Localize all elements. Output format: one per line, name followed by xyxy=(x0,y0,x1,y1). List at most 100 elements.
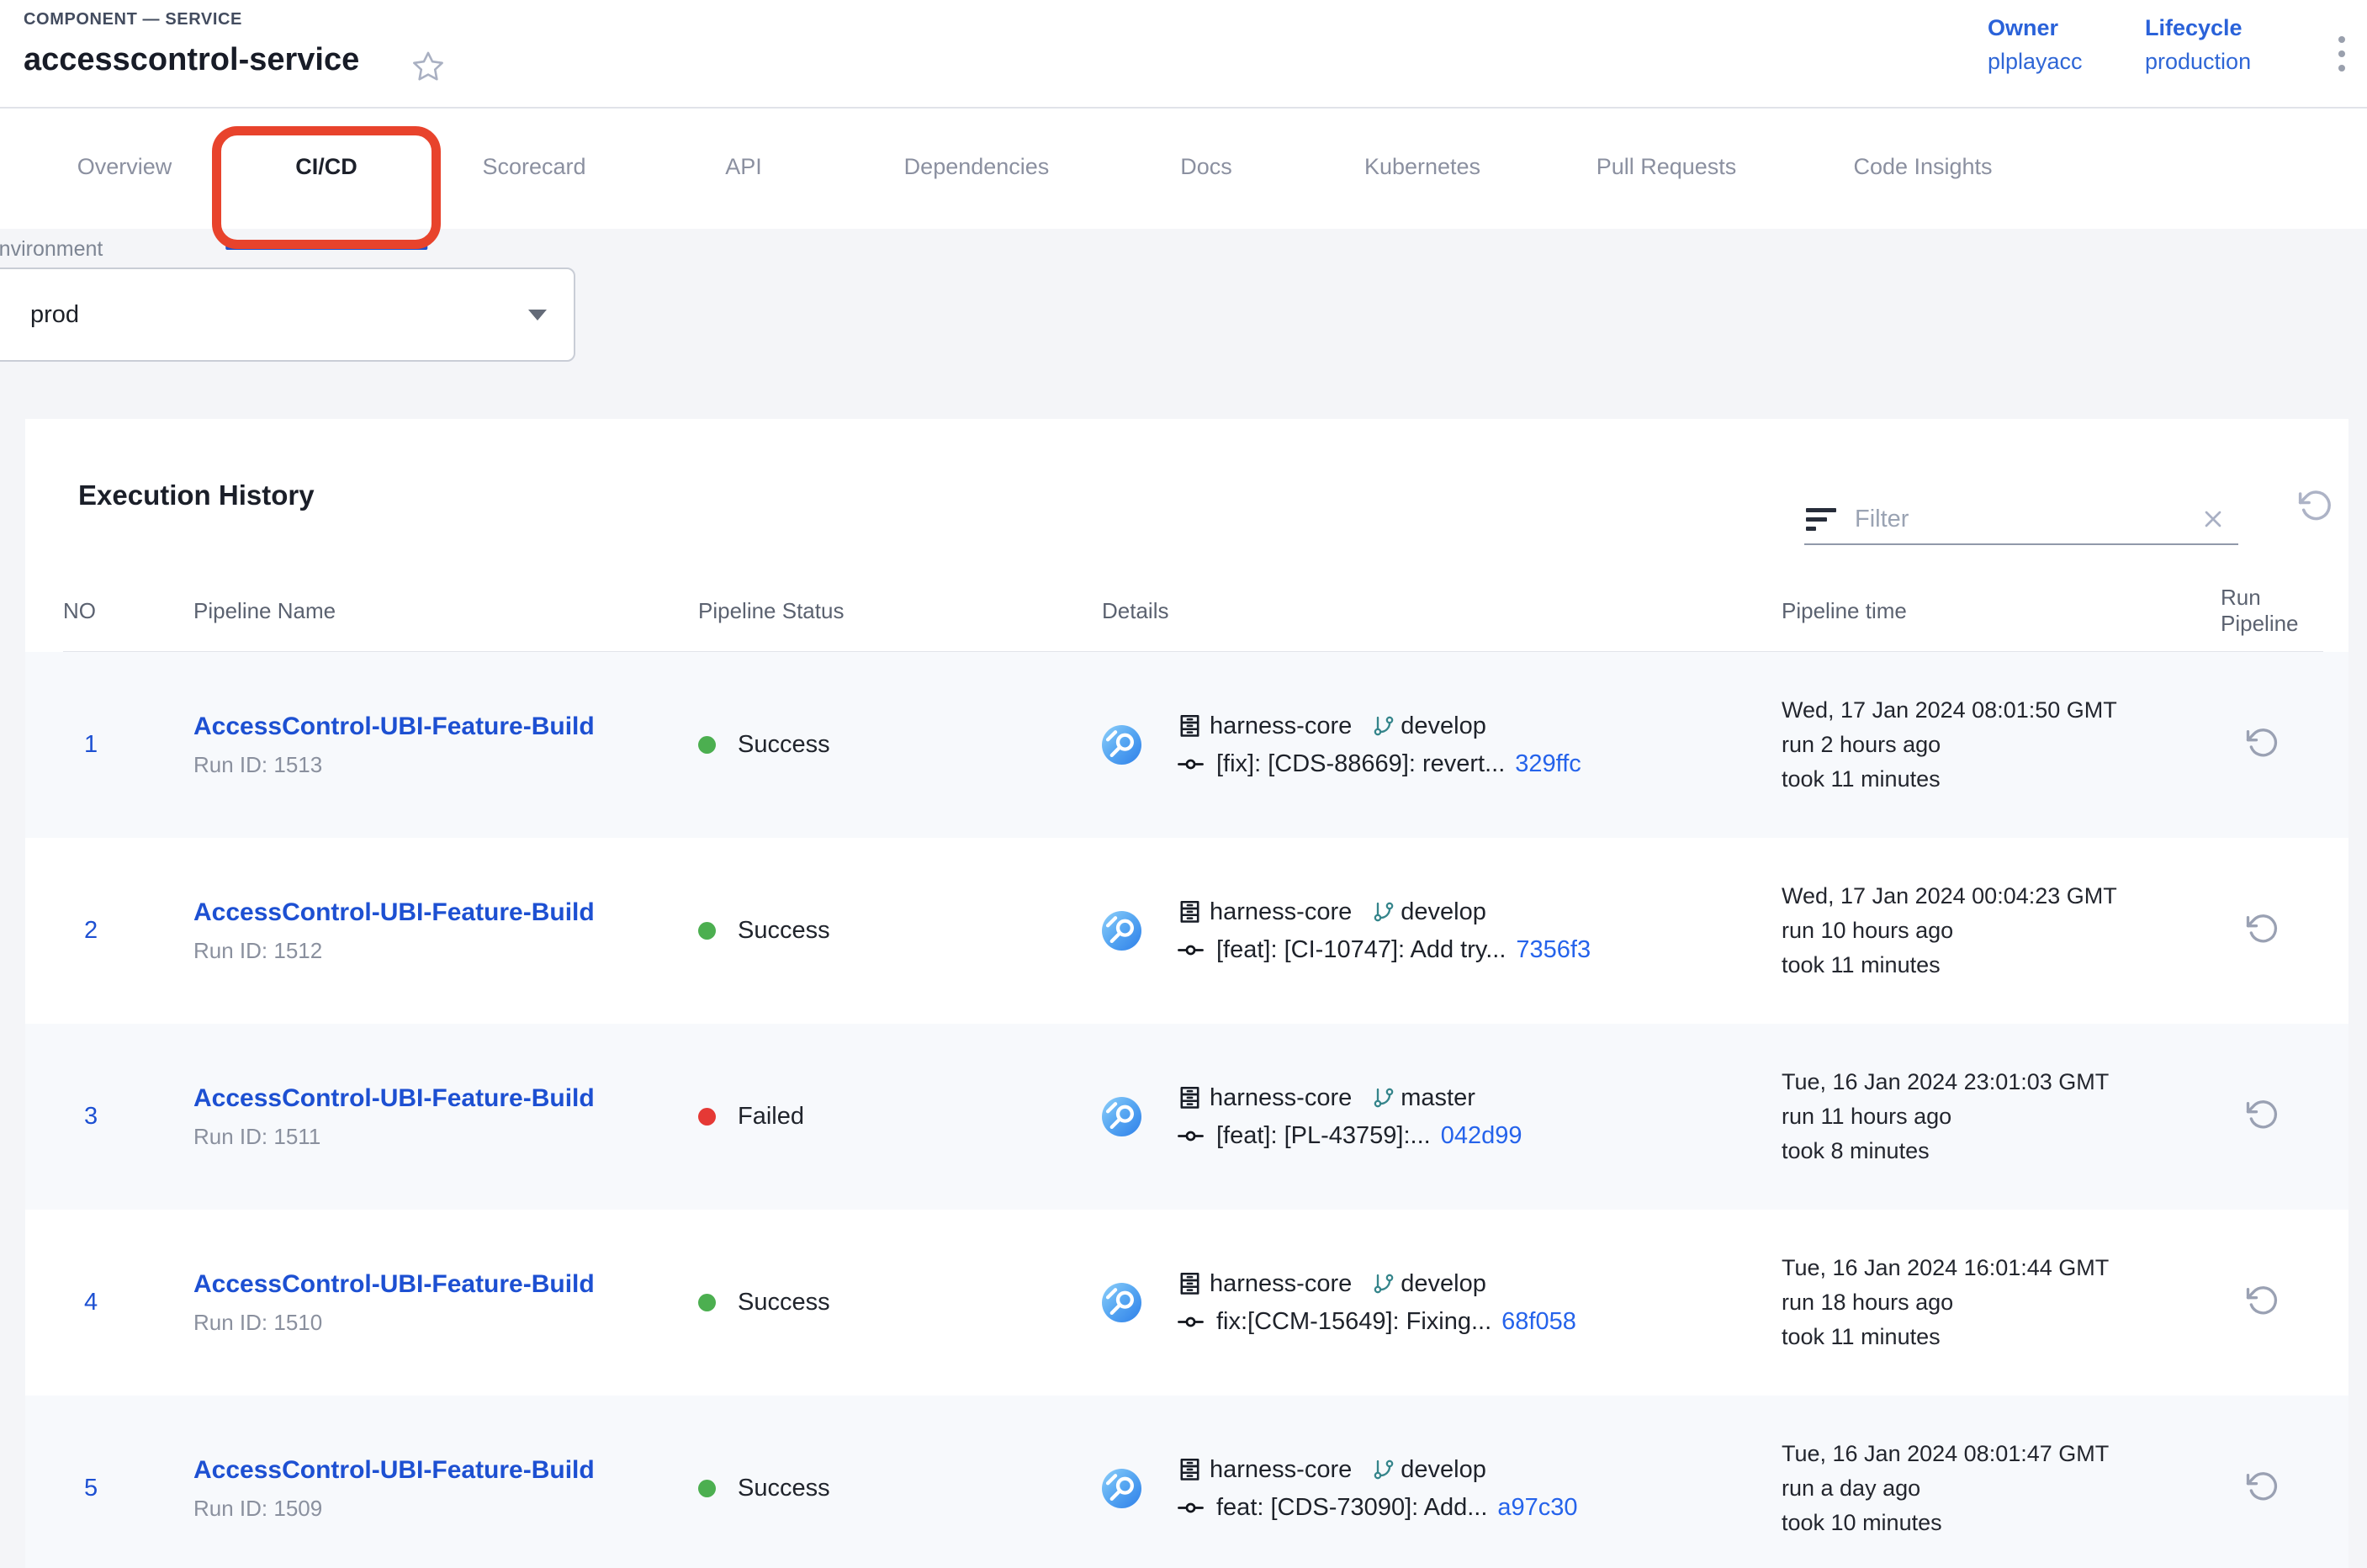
status-dot xyxy=(698,736,716,754)
repository-icon xyxy=(1177,1457,1203,1483)
repo-name[interactable]: harness-core xyxy=(1210,1456,1352,1484)
table-row: 1 AccessControl-UBI-Feature-Build Run ID… xyxy=(25,652,2348,838)
repo-name[interactable]: harness-core xyxy=(1210,712,1352,740)
time-took: took 10 minutes xyxy=(1782,1506,2221,1540)
col-pipeline-time: Pipeline time xyxy=(1782,598,2221,624)
lifecycle-value: production xyxy=(2145,49,2251,75)
pipeline-name-link[interactable]: AccessControl-UBI-Feature-Build xyxy=(193,898,698,927)
commit-hash-link[interactable]: a97c30 xyxy=(1497,1494,1577,1522)
pipeline-status-cell: Failed xyxy=(698,1103,1102,1131)
details-text: harness-core develop fix:[CCM-15649]: Fi… xyxy=(1177,1270,1576,1336)
time-took: took 11 minutes xyxy=(1782,762,2221,797)
run-pipeline-icon[interactable] xyxy=(2246,1470,2280,1503)
row-number: 4 xyxy=(63,1289,193,1316)
status-dot xyxy=(698,922,716,940)
tab-docs[interactable]: Docs xyxy=(1180,154,1232,183)
time-date: Wed, 17 Jan 2024 08:01:50 GMT xyxy=(1782,693,2221,728)
repo-branch-line: harness-core master xyxy=(1177,1084,1522,1112)
run-pipeline-icon[interactable] xyxy=(2246,1098,2280,1131)
commit-line: feat: [CDS-73090]: Add... a97c30 xyxy=(1177,1494,1578,1522)
row-number: 2 xyxy=(63,917,193,945)
owner-value[interactable]: plplayacc xyxy=(1988,49,2083,75)
table-row: 2 AccessControl-UBI-Feature-Build Run ID… xyxy=(25,838,2348,1024)
status-text: Failed xyxy=(738,1103,804,1131)
run-id: Run ID: 1513 xyxy=(193,752,698,778)
pipeline-time-cell: Wed, 17 Jan 2024 08:01:50 GMT run 2 hour… xyxy=(1782,693,2221,797)
commit-message: [fix]: [CDS-88669]: revert... xyxy=(1216,750,1505,778)
harness-ci-icon xyxy=(1102,911,1141,951)
pipeline-name-cell: AccessControl-UBI-Feature-Build Run ID: … xyxy=(193,898,698,964)
pipeline-time-cell: Tue, 16 Jan 2024 16:01:44 GMT run 18 hou… xyxy=(1782,1251,2221,1354)
tab-overview[interactable]: Overview xyxy=(77,154,172,183)
tab-code-insights[interactable]: Code Insights xyxy=(1853,154,1992,183)
harness-ci-icon xyxy=(1102,1097,1141,1136)
run-pipeline-icon[interactable] xyxy=(2246,726,2280,760)
col-details: Details xyxy=(1102,598,1782,624)
tab-kubernetes[interactable]: Kubernetes xyxy=(1364,154,1480,183)
details-cell: harness-core develop [feat]: [CI-10747]:… xyxy=(1102,898,1782,964)
run-pipeline-icon[interactable] xyxy=(2246,1284,2280,1317)
col-pipeline-name: Pipeline Name xyxy=(193,598,698,624)
commit-line: fix:[CCM-15649]: Fixing... 68f058 xyxy=(1177,1308,1576,1336)
pipeline-status-cell: Success xyxy=(698,1289,1102,1316)
commit-line: [fix]: [CDS-88669]: revert... 329ffc xyxy=(1177,750,1581,778)
commit-hash-link[interactable]: 7356f3 xyxy=(1516,936,1591,964)
commit-hash-link[interactable]: 329ffc xyxy=(1515,750,1581,778)
harness-ci-icon xyxy=(1102,1283,1141,1322)
run-id: Run ID: 1510 xyxy=(193,1310,698,1336)
table-body: 1 AccessControl-UBI-Feature-Build Run ID… xyxy=(25,652,2348,1568)
pipeline-name-link[interactable]: AccessControl-UBI-Feature-Build xyxy=(193,1270,698,1299)
git-commit-icon xyxy=(1177,1122,1205,1150)
repo-name[interactable]: harness-core xyxy=(1210,1084,1352,1112)
close-icon[interactable] xyxy=(2200,506,2227,532)
commit-hash-link[interactable]: 042d99 xyxy=(1441,1122,1522,1150)
col-no: NO xyxy=(63,598,193,624)
favorite-star-icon[interactable] xyxy=(410,49,446,84)
refresh-icon[interactable] xyxy=(2298,488,2333,523)
pipeline-time-cell: Tue, 16 Jan 2024 08:01:47 GMT run a day … xyxy=(1782,1437,2221,1540)
repo-name[interactable]: harness-core xyxy=(1210,898,1352,926)
time-took: took 11 minutes xyxy=(1782,1320,2221,1354)
filter-input[interactable] xyxy=(1855,506,2200,533)
branch-name[interactable]: develop xyxy=(1401,1270,1486,1298)
commit-message: [feat]: [PL-43759]:... xyxy=(1216,1122,1431,1150)
tab-pull-requests[interactable]: Pull Requests xyxy=(1597,154,1737,183)
pipeline-status-cell: Success xyxy=(698,917,1102,945)
tab-scorecard[interactable]: Scorecard xyxy=(482,154,585,183)
pipeline-time-cell: Tue, 16 Jan 2024 23:01:03 GMT run 11 hou… xyxy=(1782,1065,2221,1168)
repository-icon xyxy=(1177,1085,1203,1111)
branch-name[interactable]: develop xyxy=(1401,898,1486,926)
time-run: run 18 hours ago xyxy=(1782,1285,2221,1320)
branch-name[interactable]: master xyxy=(1401,1084,1475,1112)
branch-name[interactable]: develop xyxy=(1401,1456,1486,1484)
commit-line: [feat]: [PL-43759]:... 042d99 xyxy=(1177,1122,1522,1150)
details-cell: harness-core master [feat]: [PL-43759]:.… xyxy=(1102,1084,1782,1150)
commit-hash-link[interactable]: 68f058 xyxy=(1501,1308,1576,1336)
environment-select[interactable]: prod xyxy=(0,268,575,362)
run-pipeline-icon[interactable] xyxy=(2246,912,2280,946)
run-id: Run ID: 1512 xyxy=(193,938,698,964)
pipeline-name-link[interactable]: AccessControl-UBI-Feature-Build xyxy=(193,1456,698,1485)
branch-name[interactable]: develop xyxy=(1401,712,1486,740)
run-pipeline-cell xyxy=(2221,726,2323,764)
environment-label: Environment xyxy=(0,237,103,262)
table-row: 4 AccessControl-UBI-Feature-Build Run ID… xyxy=(25,1210,2348,1396)
more-vertical-icon[interactable] xyxy=(2325,29,2359,79)
tab-cicd[interactable]: CI/CD xyxy=(295,154,357,183)
time-took: took 8 minutes xyxy=(1782,1134,2221,1168)
tab-api[interactable]: API xyxy=(725,154,762,183)
pipeline-name-link[interactable]: AccessControl-UBI-Feature-Build xyxy=(193,1084,698,1113)
tab-dependencies[interactable]: Dependencies xyxy=(904,154,1050,183)
owner-label: Owner xyxy=(1988,15,2083,41)
time-run: run 11 hours ago xyxy=(1782,1099,2221,1134)
repo-name[interactable]: harness-core xyxy=(1210,1270,1352,1298)
time-date: Tue, 16 Jan 2024 08:01:47 GMT xyxy=(1782,1437,2221,1471)
details-text: harness-core develop [feat]: [CI-10747]:… xyxy=(1177,898,1591,964)
pipeline-name-link[interactable]: AccessControl-UBI-Feature-Build xyxy=(193,712,698,741)
repo-branch-line: harness-core develop xyxy=(1177,898,1591,926)
row-number: 3 xyxy=(63,1103,193,1131)
harness-ci-icon xyxy=(1102,725,1141,765)
filter-box xyxy=(1804,495,2238,545)
commit-line: [feat]: [CI-10747]: Add try... 7356f3 xyxy=(1177,936,1591,964)
status-text: Success xyxy=(738,731,830,759)
